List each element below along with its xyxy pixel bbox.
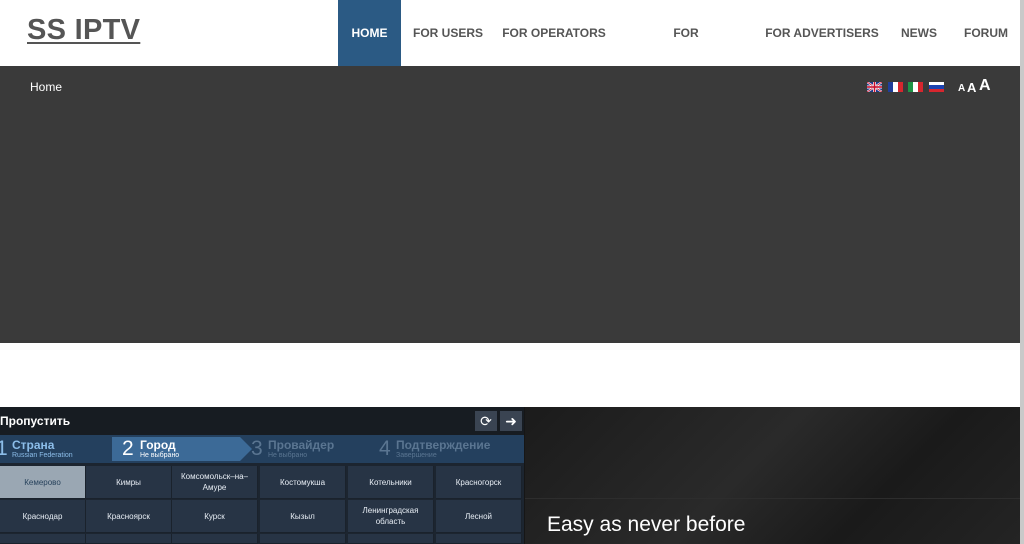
promo-tagline: Easy as never before bbox=[547, 513, 746, 536]
city-item: Кимры bbox=[86, 466, 172, 499]
wizard-steps: 1 Страна Russian Federation 2 Город Не в… bbox=[0, 435, 524, 463]
flag-fr-icon[interactable] bbox=[888, 82, 903, 92]
city-item: Костомукша bbox=[260, 466, 346, 499]
site-header: SS IPTV HOME FOR USERS FOR OPERATORS FOR… bbox=[0, 0, 1020, 106]
promo-band: Easy as never before Пропустить ⟳ ➜ 1 Ст… bbox=[0, 407, 1020, 544]
city-item-partial bbox=[348, 534, 434, 544]
nav-for-advertisers[interactable]: FOR ADVERTISERS bbox=[765, 0, 879, 66]
city-item-partial bbox=[86, 534, 172, 544]
city-item: Комсомольск–на–Амуре bbox=[172, 466, 258, 499]
city-item: Ленинградская область bbox=[348, 500, 434, 533]
flag-it-icon[interactable] bbox=[908, 82, 923, 92]
hero-banner: Home A A A bbox=[0, 66, 1020, 343]
nav-news[interactable]: NEWS bbox=[895, 0, 943, 66]
breadcrumb[interactable]: Home bbox=[30, 80, 62, 94]
font-size-medium[interactable]: A bbox=[967, 80, 976, 95]
promo-divider bbox=[525, 498, 1020, 499]
city-item: Краснодар bbox=[0, 500, 86, 533]
nav-forum[interactable]: FORUM bbox=[958, 0, 1014, 66]
app-toolbar: Пропустить ⟳ ➜ bbox=[0, 407, 524, 435]
nav-for-broadcasters[interactable]: FOR BROADCASTERS bbox=[622, 0, 750, 106]
page-scrollbar[interactable] bbox=[1020, 0, 1024, 544]
flag-uk-icon[interactable] bbox=[867, 82, 882, 92]
flag-uk-icon bbox=[867, 82, 882, 92]
city-item-partial bbox=[172, 534, 258, 544]
city-item-partial bbox=[436, 534, 522, 544]
font-size-large[interactable]: A bbox=[979, 77, 991, 95]
flag-ru-icon[interactable] bbox=[929, 82, 944, 92]
skip-label: Пропустить bbox=[0, 414, 71, 428]
city-item: Котельники bbox=[348, 466, 434, 499]
city-item: Кемерово bbox=[0, 466, 86, 499]
city-item-partial bbox=[260, 534, 346, 544]
site-logo[interactable]: SS IPTV bbox=[27, 14, 140, 47]
nav-for-operators[interactable]: FOR OPERATORS bbox=[500, 0, 608, 66]
nav-home[interactable]: HOME bbox=[338, 0, 401, 66]
refresh-icon: ⟳ bbox=[475, 411, 497, 431]
city-item-partial bbox=[0, 534, 86, 544]
city-item: Красноярск bbox=[86, 500, 172, 533]
nav-for-users[interactable]: FOR USERS bbox=[408, 0, 488, 66]
forward-arrow-icon: ➜ bbox=[500, 411, 522, 431]
city-item: Курск bbox=[172, 500, 258, 533]
font-size-small[interactable]: A bbox=[958, 83, 965, 94]
city-item: Лесной bbox=[436, 500, 522, 533]
app-screenshot: Пропустить ⟳ ➜ 1 Страна Russian Federati… bbox=[0, 407, 524, 544]
city-item: Кызыл bbox=[260, 500, 346, 533]
city-item: Красногорск bbox=[436, 466, 522, 499]
